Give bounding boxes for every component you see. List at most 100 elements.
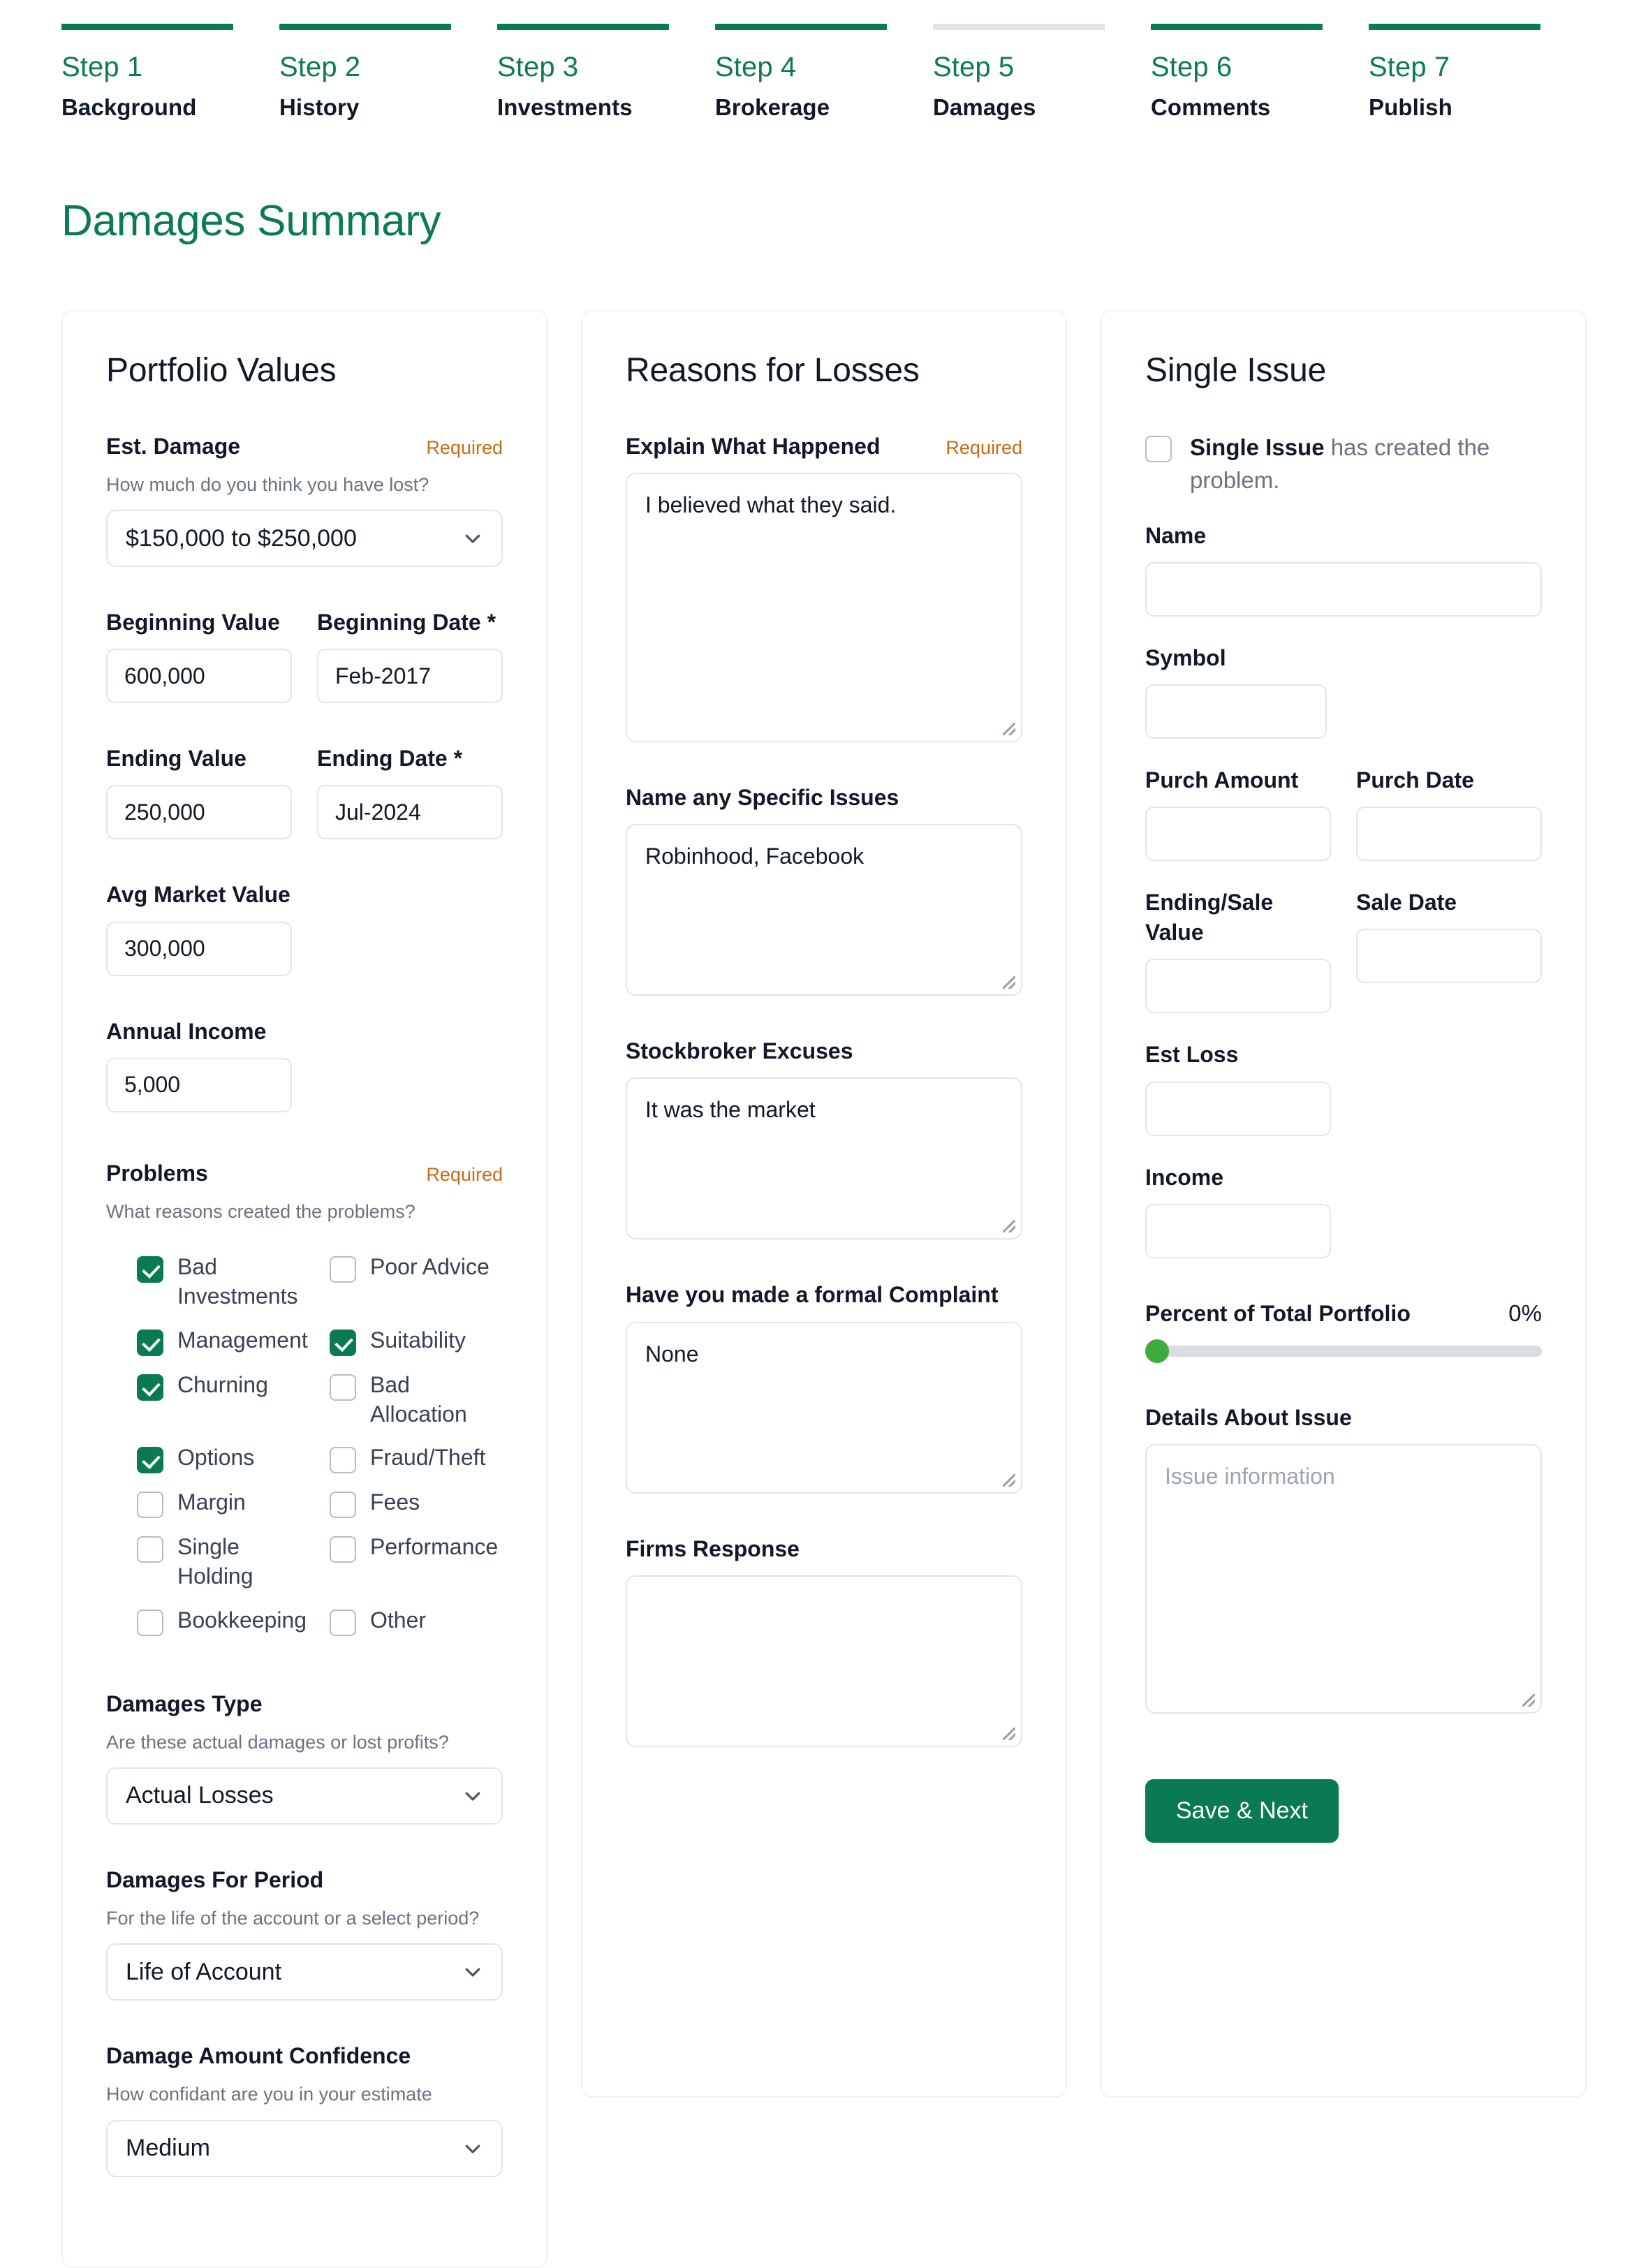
est-damage-required-badge: Required [426,436,503,458]
checkbox-unchecked-icon[interactable] [137,1609,163,1636]
checkbox-performance[interactable]: Performance [330,1525,503,1598]
checkbox-unchecked-icon[interactable] [330,1536,356,1563]
checkbox-churning[interactable]: Churning [137,1363,310,1436]
ending-value-label: Ending Value [106,746,247,772]
field-ending-date: Ending Date * Jul-2024 [317,744,503,840]
field-ending-row: Ending Value 250,000 Ending Date * Jul-2… [106,744,503,840]
damage-confidence-select[interactable]: Medium [106,2119,503,2177]
firms-response-label: Firms Response [626,1536,800,1561]
step-item-6[interactable]: Step 6 Comments [1151,24,1369,124]
checkbox-checked-icon[interactable] [137,1256,163,1283]
checkbox-unchecked-icon[interactable] [330,1447,356,1474]
ending-date-input[interactable]: Jul-2024 [317,785,503,840]
avg-market-value-input[interactable]: 300,000 [106,921,292,976]
est-damage-help: How much do you think you have lost? [106,473,429,495]
field-beginning-row: Beginning Value 600,000 Beginning Date *… [106,608,503,704]
step-item-1[interactable]: Step 1 Background [61,24,279,124]
checkbox-options[interactable]: Options [137,1436,310,1480]
checkbox-management[interactable]: Management [137,1318,310,1363]
step-item-3[interactable]: Step 3 Investments [497,24,715,124]
percent-of-portfolio-slider[interactable] [1145,1339,1542,1363]
checkbox-suitability[interactable]: Suitability [330,1318,503,1363]
est-damage-select[interactable]: $150,000 to $250,000 [106,510,503,568]
damages-period-select[interactable]: Life of Account [106,1943,503,2001]
step-item-7[interactable]: Step 7 Publish [1369,24,1587,124]
step-label-1: Background [61,94,197,121]
beginning-date-label: Beginning Date * [317,610,496,635]
damages-type-select[interactable]: Actual Losses [106,1767,503,1825]
explain-textarea[interactable]: I believed what they said. [626,472,1022,742]
checkbox-single-holding[interactable]: Single Holding [137,1525,310,1598]
checkbox-label: Churning [177,1371,268,1397]
beginning-date-input[interactable]: Feb-2017 [317,649,503,704]
ending-value-input[interactable]: 250,000 [106,785,292,840]
beginning-value-input[interactable]: 600,000 [106,649,292,704]
ending-sale-value-input[interactable] [1145,959,1331,1014]
annual-income-input[interactable]: 5,000 [106,1057,292,1112]
step-number-4: Step 4 [715,52,797,82]
chevron-down-icon [465,1968,480,1977]
field-problems: Problems Required What reasons created t… [106,1158,503,1643]
field-sale-date: Sale Date [1356,888,1542,1013]
damages-type-label: Damages Type [106,1691,263,1716]
field-purch-date: Purch Date [1356,765,1542,862]
field-annual-income: Annual Income 5,000 [106,1017,292,1112]
purch-date-input[interactable] [1356,807,1542,862]
checkbox-bad-allocation[interactable]: Bad Allocation [330,1363,503,1436]
damages-type-value: Actual Losses [126,1782,274,1809]
checkbox-label: Bookkeeping [177,1607,307,1633]
checkbox-unchecked-icon[interactable] [330,1492,356,1519]
stockbroker-excuses-textarea[interactable]: It was the market [626,1077,1022,1240]
specific-issues-textarea[interactable]: Robinhood, Facebook [626,824,1022,996]
checkbox-fees[interactable]: Fees [330,1480,503,1525]
details-about-issue-label: Details About Issue [1145,1405,1352,1430]
firms-response-textarea[interactable] [626,1575,1022,1747]
step-item-5[interactable]: Step 5 Damages [933,24,1151,124]
slider-thumb[interactable] [1145,1339,1169,1363]
checkbox-unchecked-icon[interactable] [1145,435,1172,462]
step-item-4[interactable]: Step 4 Brokerage [715,24,933,124]
reasons-for-losses-title: Reasons for Losses [626,352,920,390]
checkbox-checked-icon[interactable] [137,1329,163,1356]
stockbroker-excuses-label: Stockbroker Excuses [626,1038,853,1064]
step-number-2: Step 2 [279,52,361,82]
checkbox-other[interactable]: Other [330,1598,503,1643]
step-number-7: Step 7 [1369,52,1450,82]
field-annual-income-row: Annual Income 5,000 [106,1017,503,1112]
checkbox-margin[interactable]: Margin [137,1480,310,1525]
ending-sale-value-label: Ending/Sale Value [1145,890,1274,945]
checkbox-unchecked-icon[interactable] [330,1609,356,1636]
step-item-2[interactable]: Step 2 History [279,24,497,124]
checkbox-checked-icon[interactable] [137,1374,163,1401]
issue-income-input[interactable] [1145,1203,1331,1258]
field-explain-what-happened: Explain What Happened Required I believe… [626,432,1022,742]
checkbox-bad-investments[interactable]: Bad Investments [137,1245,310,1318]
checkbox-bookkeeping[interactable]: Bookkeeping [137,1598,310,1643]
single-issue-checkbox-row[interactable]: Single Issue has created the problem. [1145,432,1542,497]
checkbox-poor-advice[interactable]: Poor Advice [330,1245,503,1318]
purch-amount-input[interactable] [1145,807,1331,862]
checkbox-label: Performance [370,1534,499,1560]
checkbox-unchecked-icon[interactable] [137,1536,163,1563]
avg-market-value-label: Avg Market Value [106,882,290,908]
checkbox-checked-icon[interactable] [137,1447,163,1474]
checkbox-unchecked-icon[interactable] [330,1374,356,1401]
est-damage-value: $150,000 to $250,000 [126,524,357,552]
step-number-5: Step 5 [933,52,1015,82]
checkbox-checked-icon[interactable] [330,1329,356,1356]
sale-date-input[interactable] [1356,929,1542,984]
est-loss-input[interactable] [1145,1081,1331,1136]
formal-complaint-textarea[interactable]: None [626,1321,1022,1494]
issue-symbol-input[interactable] [1145,684,1327,739]
checkbox-unchecked-icon[interactable] [137,1492,163,1519]
checkbox-label: Fees [370,1489,420,1515]
checkbox-fraud-theft[interactable]: Fraud/Theft [330,1436,503,1480]
checkbox-unchecked-icon[interactable] [330,1256,356,1283]
field-est-loss-row: Est Loss [1145,1040,1542,1136]
field-purchase-row: Purch Amount Purch Date [1145,765,1542,862]
field-sale-row: Ending/Sale Value Sale Date [1145,888,1542,1014]
step-label-3: Investments [497,94,633,121]
save-and-next-button[interactable]: Save & Next [1145,1779,1339,1843]
issue-name-input[interactable] [1145,561,1542,617]
details-about-issue-textarea[interactable]: Issue information [1145,1444,1542,1714]
